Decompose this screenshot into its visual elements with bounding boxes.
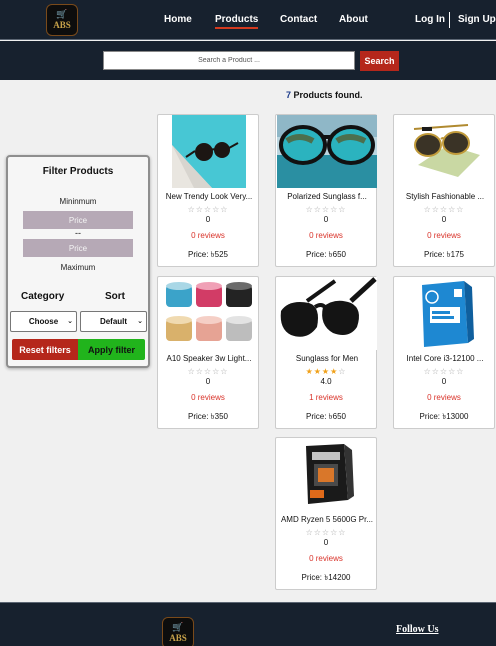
- rating-value: 0: [205, 215, 211, 224]
- product-image-sunglasses-lake[interactable]: [277, 115, 377, 188]
- navbar: 🛒 ABS Home Products Contact About Log In…: [0, 0, 496, 40]
- max-price-input[interactable]: [23, 239, 133, 257]
- category-value: Choose: [28, 317, 59, 326]
- star-rating: ☆☆☆☆☆: [305, 528, 347, 537]
- star-rating: ☆☆☆☆☆: [187, 205, 229, 214]
- filter-title: Filter Products: [42, 166, 114, 177]
- product-price: Price: ৳650: [305, 250, 346, 259]
- product-name[interactable]: A10 Speaker 3w Light...: [161, 354, 257, 363]
- product-card[interactable]: Polarized Sunglass f... ☆☆☆☆☆ 0 0 review…: [275, 114, 377, 267]
- product-card[interactable]: Intel Core i3-12100 ... ☆☆☆☆☆ 0 0 review…: [393, 276, 495, 429]
- results-label: Products found.: [291, 90, 363, 100]
- chevron-down-icon: ⌄: [137, 317, 143, 325]
- min-label: Mininmum: [59, 197, 97, 206]
- product-card[interactable]: AMD Ryzen 5 5600G Pr... ☆☆☆☆☆ 0 0 review…: [275, 437, 377, 590]
- nav-signup[interactable]: Sign Up: [458, 14, 496, 25]
- product-price: Price: ৳350: [187, 412, 228, 421]
- logo-text: ABS: [53, 19, 71, 30]
- search-button[interactable]: Search: [360, 51, 399, 71]
- max-label: Maximum: [60, 263, 96, 272]
- min-price-input[interactable]: [23, 211, 133, 229]
- results-count: 7 Products found.: [286, 90, 363, 100]
- review-count: 0 reviews: [191, 393, 225, 402]
- star-rating: ★★★★☆: [305, 367, 347, 376]
- star-rating: ☆☆☆☆☆: [423, 367, 465, 376]
- sort-label: Sort: [105, 291, 125, 302]
- product-name[interactable]: New Trendy Look Very...: [161, 192, 257, 201]
- review-count: 0 reviews: [191, 231, 225, 240]
- review-count: 1 reviews: [309, 393, 343, 402]
- nav-contact[interactable]: Contact: [280, 14, 317, 25]
- sort-value: Default: [99, 317, 128, 326]
- rating-value: 0: [323, 215, 329, 224]
- star-rating: ☆☆☆☆☆: [305, 205, 347, 214]
- product-card[interactable]: Sunglass for Men ★★★★☆ 4.0 1 reviews Pri…: [275, 276, 377, 429]
- review-count: 0 reviews: [427, 393, 461, 402]
- range-dash: --: [75, 228, 81, 238]
- review-count: 0 reviews: [427, 231, 461, 240]
- product-name[interactable]: Intel Core i3-12100 ...: [397, 354, 493, 363]
- product-card[interactable]: A10 Speaker 3w Light... ☆☆☆☆☆ 0 0 review…: [157, 276, 259, 429]
- product-price: Price: ৳650: [305, 412, 346, 421]
- rating-value: 0: [323, 538, 329, 547]
- follow-us-link[interactable]: Follow Us: [396, 624, 439, 635]
- nav-about[interactable]: About: [339, 14, 368, 25]
- logo-text: ABS: [169, 632, 187, 643]
- sort-select[interactable]: Default ⌄: [80, 311, 147, 332]
- product-image-sunglasses-pool[interactable]: [172, 115, 246, 188]
- cart-icon: 🛒: [56, 9, 68, 20]
- product-price: Price: ৳13000: [419, 412, 469, 421]
- nav-login[interactable]: Log In: [415, 14, 445, 25]
- product-image-amd-ryzen[interactable]: [290, 438, 364, 511]
- product-price: Price: ৳525: [187, 250, 228, 259]
- star-rating: ☆☆☆☆☆: [187, 367, 229, 376]
- search-bar: Search: [0, 41, 496, 80]
- product-image-intel-core[interactable]: [408, 277, 482, 350]
- rating-value: 0: [205, 377, 211, 386]
- rating-value: 0: [441, 377, 447, 386]
- product-name[interactable]: Polarized Sunglass f...: [279, 192, 375, 201]
- chevron-down-icon: ⌄: [67, 317, 73, 325]
- product-price: Price: ৳14200: [301, 573, 351, 582]
- footer-logo[interactable]: 🛒 ABS: [162, 617, 194, 646]
- product-name[interactable]: Stylish Fashionable ...: [397, 192, 493, 201]
- category-label: Category: [21, 291, 65, 302]
- product-image-mini-speakers[interactable]: [162, 277, 256, 350]
- product-image-aviator-sunglasses[interactable]: [408, 115, 482, 188]
- footer: 🛒 ABS Follow Us: [0, 602, 496, 646]
- brand-logo[interactable]: 🛒 ABS: [46, 4, 78, 36]
- reset-filters-button[interactable]: Reset filters: [12, 339, 78, 360]
- filter-panel: Filter Products Mininmum -- Maximum Cate…: [6, 155, 150, 368]
- apply-filter-button[interactable]: Apply filter: [78, 339, 145, 360]
- product-card[interactable]: New Trendy Look Very... ☆☆☆☆☆ 0 0 review…: [157, 114, 259, 267]
- review-count: 0 reviews: [309, 554, 343, 563]
- cart-icon: 🛒: [172, 622, 184, 633]
- product-name[interactable]: AMD Ryzen 5 5600G Pr...: [279, 515, 375, 524]
- nav-products[interactable]: Products: [215, 14, 259, 29]
- search-input[interactable]: [103, 51, 355, 70]
- product-price: Price: ৳175: [423, 250, 464, 259]
- rating-value: 0: [441, 215, 447, 224]
- product-name[interactable]: Sunglass for Men: [279, 354, 375, 363]
- rating-value: 4.0: [320, 377, 332, 386]
- nav-divider: [449, 12, 450, 28]
- product-image-black-sunglasses[interactable]: [277, 277, 377, 350]
- category-select[interactable]: Choose ⌄: [10, 311, 77, 332]
- nav-home[interactable]: Home: [164, 14, 192, 25]
- product-card[interactable]: Stylish Fashionable ... ☆☆☆☆☆ 0 0 review…: [393, 114, 495, 267]
- review-count: 0 reviews: [309, 231, 343, 240]
- star-rating: ☆☆☆☆☆: [423, 205, 465, 214]
